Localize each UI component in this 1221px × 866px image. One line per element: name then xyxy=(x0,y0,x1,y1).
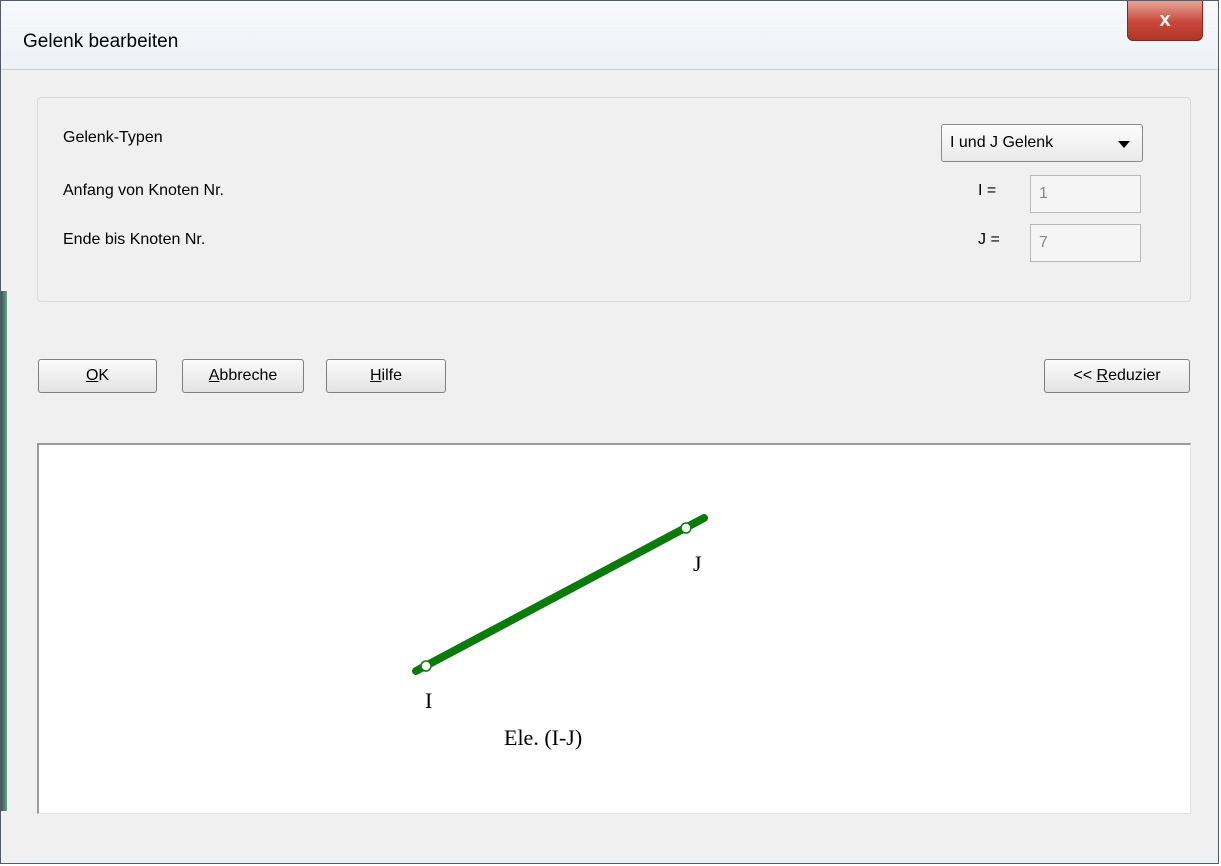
start-node-eq: I = xyxy=(978,182,997,199)
close-button[interactable]: x xyxy=(1127,1,1203,41)
ok-mnemonic: O xyxy=(85,367,99,384)
element-diagram: I J Ele. (I-J) xyxy=(412,514,708,750)
help-button[interactable]: Hilfe xyxy=(326,359,446,393)
joint-type-value: I und J Gelenk xyxy=(950,134,1054,151)
close-icon: x xyxy=(1159,9,1171,31)
cancel-label-rest: bbreche xyxy=(219,367,278,384)
reduce-label-rest: eduzier xyxy=(1108,367,1161,384)
cancel-button[interactable]: Abbreche xyxy=(182,359,304,393)
element-line xyxy=(412,514,708,675)
chevron-down-icon xyxy=(1118,141,1130,148)
end-node-field[interactable]: 7 xyxy=(1030,224,1141,262)
end-node-value: 7 xyxy=(1039,234,1048,251)
node-i-hinge xyxy=(420,660,432,672)
end-node-eq: J = xyxy=(978,231,1000,248)
help-label-rest: ilfe xyxy=(381,367,402,384)
start-node-field[interactable]: 1 xyxy=(1030,175,1141,213)
window-title: Gelenk bearbeiten xyxy=(23,31,179,52)
joint-type-select[interactable]: I und J Gelenk xyxy=(941,124,1143,162)
joint-type-label: Gelenk-Typen xyxy=(63,129,163,146)
node-i-label: I xyxy=(425,688,432,713)
ok-button[interactable]: OK xyxy=(38,359,157,393)
title-bar[interactable]: Gelenk bearbeiten x xyxy=(1,1,1218,70)
reduce-mnemonic: R xyxy=(1096,367,1109,384)
cancel-mnemonic: A xyxy=(208,367,220,384)
window-edge-accent xyxy=(1,291,7,811)
node-j-hinge xyxy=(680,522,692,534)
node-j-label: J xyxy=(693,551,702,576)
element-label: Ele. (I-J) xyxy=(504,725,582,750)
dialog-window: Gelenk bearbeiten x Gelenk-Typen I und J… xyxy=(0,0,1219,864)
start-node-value: 1 xyxy=(1039,185,1048,202)
reduce-label-prefix: << xyxy=(1073,367,1097,384)
end-node-label: Ende bis Knoten Nr. xyxy=(63,231,206,248)
start-node-label: Anfang von Knoten Nr. xyxy=(63,182,224,199)
help-mnemonic: H xyxy=(369,367,382,384)
element-preview-panel: I J Ele. (I-J) xyxy=(37,443,1191,814)
reduce-button[interactable]: << Reduzier xyxy=(1044,359,1190,393)
ok-label-rest: K xyxy=(98,367,110,384)
